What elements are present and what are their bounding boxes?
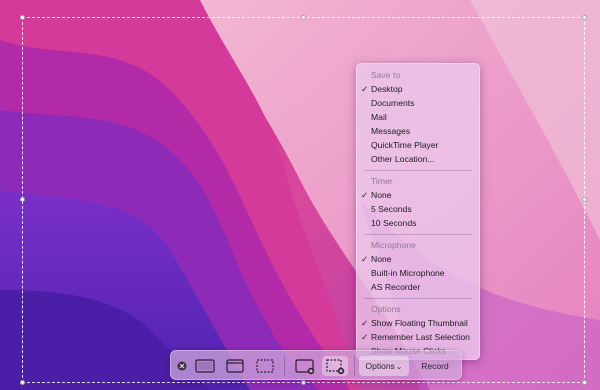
menu-item-timer-10-seconds[interactable]: 10 Seconds [371, 217, 416, 230]
capture-entire-screen-icon[interactable] [194, 356, 216, 376]
resize-handle-bottom-left[interactable] [20, 380, 25, 385]
close-icon[interactable] [176, 356, 188, 376]
capture-selection-area[interactable] [22, 17, 585, 383]
checkmark-icon: ✓ [361, 332, 369, 342]
menu-separator [364, 170, 472, 171]
menu-item-as-recorder[interactable]: AS Recorder [371, 281, 420, 294]
menu-item-other-location[interactable]: Other Location... [371, 153, 435, 166]
resize-handle-left[interactable] [20, 197, 25, 202]
menu-item-timer-none[interactable]: ✓ None [361, 189, 392, 202]
menu-item-mail[interactable]: Mail [371, 111, 387, 124]
options-label: Options [365, 361, 395, 371]
menu-item-desktop[interactable]: ✓ Desktop [361, 83, 403, 96]
toolbar-divider [354, 356, 355, 376]
record-button[interactable]: Record [413, 356, 457, 376]
menu-item-quicktime-player[interactable]: QuickTime Player [371, 139, 439, 152]
checkmark-icon: ✓ [361, 190, 369, 200]
capture-selection-icon[interactable] [254, 356, 276, 376]
record-entire-screen-icon[interactable] [294, 356, 316, 376]
menu-separator [364, 234, 472, 235]
menu-separator [364, 298, 472, 299]
menu-item-timer-5-seconds[interactable]: 5 Seconds [371, 203, 412, 216]
menu-header-options: Options [371, 304, 401, 314]
checkmark-icon: ✓ [361, 84, 369, 94]
menu-item-show-floating-thumbnail[interactable]: ✓ Show Floating Thumbnail [361, 317, 468, 330]
options-button[interactable]: Options⌄ [359, 356, 409, 376]
menu-item-microphone-none[interactable]: ✓ None [361, 253, 392, 266]
resize-handle-bottom-right[interactable] [582, 380, 587, 385]
chevron-down-icon: ⌄ [395, 362, 403, 371]
menu-item-documents[interactable]: Documents [371, 97, 414, 110]
options-menu: Save to ✓ Desktop Documents Mail Messages… [356, 63, 480, 360]
menu-header-save-to: Save to [371, 70, 401, 80]
menu-item-remember-last-selection[interactable]: ✓ Remember Last Selection [361, 331, 470, 344]
resize-handle-bottom[interactable] [301, 380, 306, 385]
menu-header-microphone: Microphone [371, 240, 416, 250]
checkmark-icon: ✓ [361, 254, 369, 264]
menu-item-built-in-microphone[interactable]: Built-in Microphone [371, 267, 445, 280]
record-selection-icon[interactable] [322, 356, 348, 376]
resize-handle-top-left[interactable] [20, 15, 25, 20]
menu-item-messages[interactable]: Messages [371, 125, 410, 138]
resize-handle-top-right[interactable] [582, 15, 587, 20]
menu-header-timer: Timer [371, 176, 393, 186]
screenshot-toolbar: Options⌄ Record [170, 350, 462, 380]
capture-window-icon[interactable] [224, 356, 246, 376]
toolbar-divider [284, 356, 285, 376]
resize-handle-right[interactable] [582, 197, 587, 202]
resize-handle-top[interactable] [301, 15, 306, 20]
checkmark-icon: ✓ [361, 318, 369, 328]
